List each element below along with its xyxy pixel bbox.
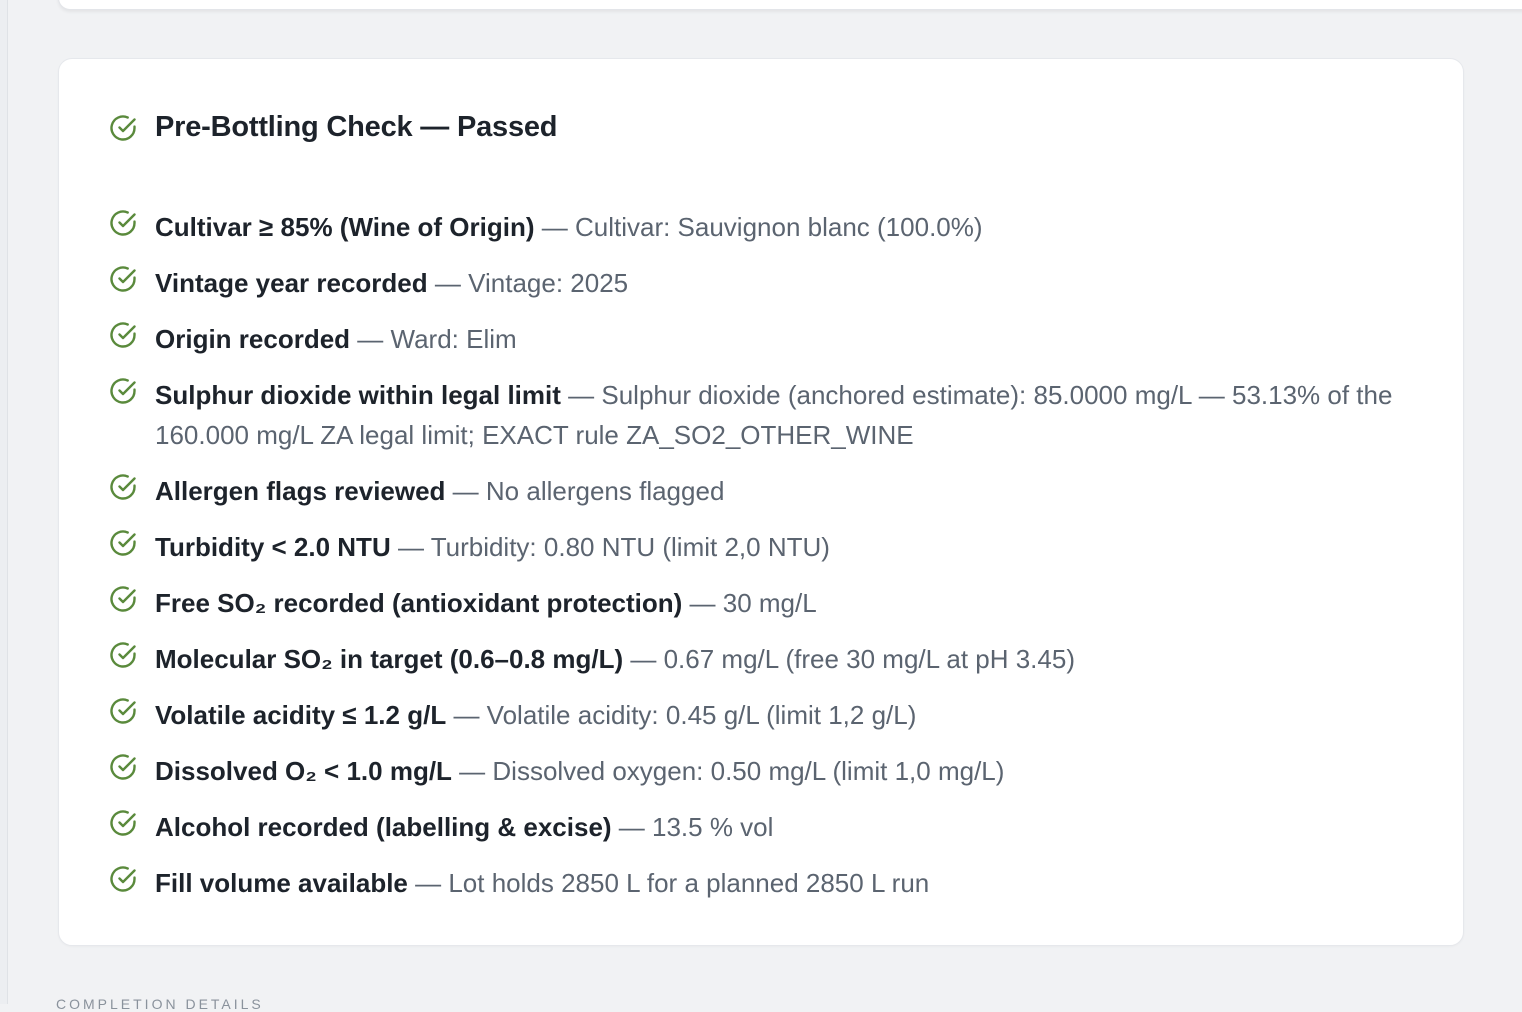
check-item: Free SO₂ recorded (antioxidant protectio… — [107, 583, 1427, 623]
check-separator: — — [390, 532, 431, 562]
check-label: Molecular SO₂ in target (0.6–0.8 mg/L) — [155, 644, 624, 674]
check-separator: — — [623, 644, 664, 674]
card-title: Pre-Bottling Check — Passed — [155, 111, 558, 143]
check-circle-icon — [107, 639, 139, 671]
check-item: Cultivar ≥ 85% (Wine of Origin) — Cultiv… — [107, 207, 1427, 247]
check-label: Alcohol recorded (labelling & excise) — [155, 812, 612, 842]
check-text: Allergen flags reviewed — No allergens f… — [155, 471, 1417, 511]
check-detail: Cultivar: Sauvignon blanc (100.0%) — [574, 212, 983, 242]
check-item: Molecular SO₂ in target (0.6–0.8 mg/L) —… — [107, 639, 1427, 679]
check-separator: — — [446, 700, 487, 730]
previous-card-edge — [58, 0, 1522, 10]
check-circle-icon — [107, 527, 139, 559]
check-text: Molecular SO₂ in target (0.6–0.8 mg/L) —… — [155, 639, 1417, 679]
check-item: Allergen flags reviewed — No allergens f… — [107, 471, 1427, 511]
pre-bottling-check-card: Pre-Bottling Check — Passed Cultivar ≥ 8… — [58, 58, 1464, 946]
check-label: Origin recorded — [155, 324, 351, 354]
check-circle-icon — [107, 863, 139, 895]
check-label: Free SO₂ recorded (antioxidant protectio… — [155, 588, 683, 618]
check-item: Dissolved O₂ < 1.0 mg/L — Dissolved oxyg… — [107, 751, 1427, 791]
check-separator: — — [427, 268, 469, 298]
check-item: Turbidity < 2.0 NTU — Turbidity: 0.80 NT… — [107, 527, 1427, 567]
check-label: Sulphur dioxide within legal limit — [155, 380, 561, 410]
check-circle-icon — [107, 471, 139, 503]
check-label: Fill volume available — [155, 868, 408, 898]
section-heading-completion-details: COMPLETION DETAILS — [56, 996, 264, 1012]
check-circle-icon — [107, 583, 139, 615]
check-detail: 0.67 mg/L (free 30 mg/L at pH 3.45) — [663, 644, 1075, 674]
check-detail: 30 mg/L — [722, 588, 817, 618]
check-detail: Lot holds 2850 L for a planned 2850 L ru… — [448, 868, 930, 898]
left-panel-edge — [0, 0, 8, 1004]
check-label: Allergen flags reviewed — [155, 476, 446, 506]
check-circle-icon — [107, 207, 139, 239]
check-text: Dissolved O₂ < 1.0 mg/L — Dissolved oxyg… — [155, 751, 1417, 791]
check-item: Fill volume available — Lot holds 2850 L… — [107, 863, 1427, 903]
check-separator: — — [611, 812, 653, 842]
check-item: Vintage year recorded — Vintage: 2025 — [107, 263, 1427, 303]
check-detail: 13.5 % vol — [652, 812, 774, 842]
check-detail: No allergens flagged — [485, 476, 725, 506]
check-detail: Turbidity: 0.80 NTU (limit 2,0 NTU) — [430, 532, 830, 562]
check-circle-icon — [107, 319, 139, 351]
check-label: Turbidity < 2.0 NTU — [155, 532, 391, 562]
check-item: Volatile acidity ≤ 1.2 g/L — Volatile ac… — [107, 695, 1427, 735]
check-label: Vintage year recorded — [155, 268, 428, 298]
check-circle-icon — [107, 751, 139, 783]
check-circle-icon — [107, 375, 139, 407]
check-separator: — — [451, 756, 493, 786]
check-text: Volatile acidity ≤ 1.2 g/L — Volatile ac… — [155, 695, 1417, 735]
check-text: Vintage year recorded — Vintage: 2025 — [155, 263, 1417, 303]
check-text: Free SO₂ recorded (antioxidant protectio… — [155, 583, 1417, 623]
check-item: Origin recorded — Ward: Elim — [107, 319, 1427, 359]
check-circle-icon — [107, 695, 139, 727]
card-header: Pre-Bottling Check — Passed — [107, 111, 558, 144]
check-list: Cultivar ≥ 85% (Wine of Origin) — Cultiv… — [107, 207, 1427, 919]
check-item: Sulphur dioxide within legal limit — Sul… — [107, 375, 1427, 455]
check-text: Fill volume available — Lot holds 2850 L… — [155, 863, 1417, 903]
check-circle-icon — [107, 807, 139, 839]
check-separator: — — [445, 476, 486, 506]
check-label: Volatile acidity ≤ 1.2 g/L — [155, 700, 447, 730]
check-detail: Volatile acidity: 0.45 g/L (limit 1,2 g/… — [486, 700, 917, 730]
check-separator: — — [560, 380, 602, 410]
check-text: Origin recorded — Ward: Elim — [155, 319, 1417, 359]
check-text: Cultivar ≥ 85% (Wine of Origin) — Cultiv… — [155, 207, 1417, 247]
check-text: Alcohol recorded (labelling & excise) — … — [155, 807, 1417, 847]
check-separator: — — [350, 324, 391, 354]
check-separator: — — [682, 588, 723, 618]
check-text: Sulphur dioxide within legal limit — Sul… — [155, 375, 1417, 455]
check-item: Alcohol recorded (labelling & excise) — … — [107, 807, 1427, 847]
check-circle-icon — [107, 112, 139, 144]
check-separator: — — [407, 868, 449, 898]
check-label: Dissolved O₂ < 1.0 mg/L — [155, 756, 452, 786]
check-detail: Vintage: 2025 — [468, 268, 629, 298]
check-text: Turbidity < 2.0 NTU — Turbidity: 0.80 NT… — [155, 527, 1417, 567]
check-separator: — — [534, 212, 575, 242]
check-detail: Ward: Elim — [390, 324, 517, 354]
check-label: Cultivar ≥ 85% (Wine of Origin) — [155, 212, 535, 242]
check-circle-icon — [107, 263, 139, 295]
check-detail: Dissolved oxygen: 0.50 mg/L (limit 1,0 m… — [492, 756, 1005, 786]
